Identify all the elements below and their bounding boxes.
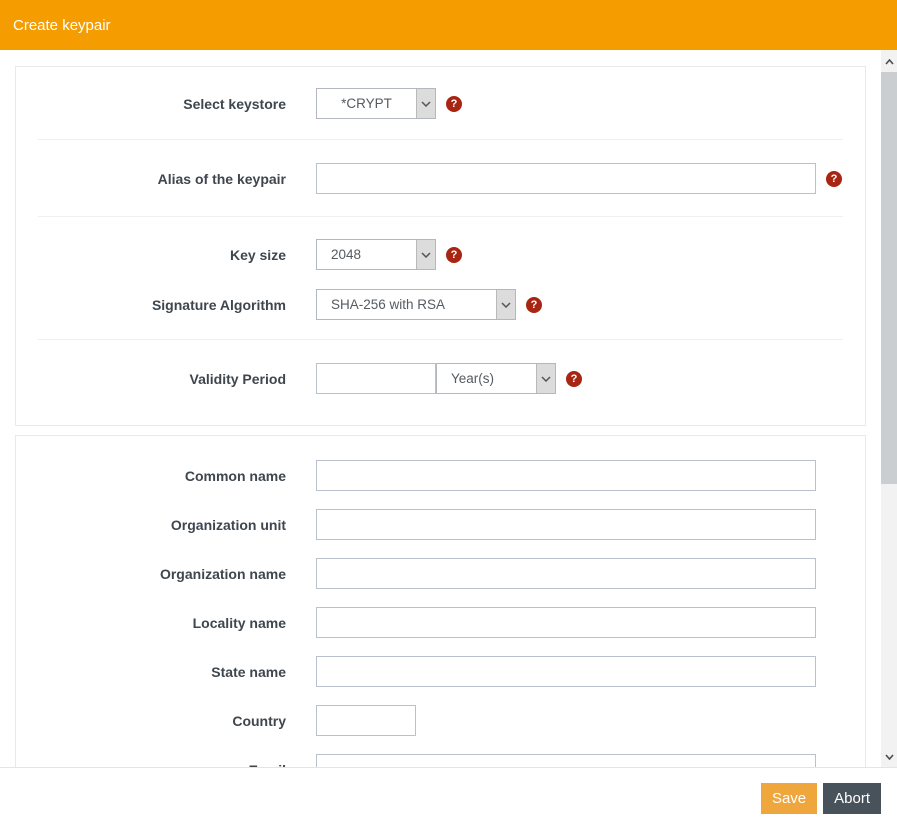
validity-period-label: Validity Period (189, 370, 286, 387)
chevron-down-icon (416, 89, 435, 118)
certificate-details-panel: Common name Organization unit Organizati… (15, 435, 866, 767)
common-name-row: Common name (16, 460, 865, 491)
validity-unit-select[interactable]: Year(s) (436, 363, 556, 394)
help-icon[interactable]: ? (566, 370, 582, 387)
signature-algorithm-row: Signature Algorithm SHA-256 with RSA ? (16, 289, 865, 320)
help-icon[interactable]: ? (526, 296, 542, 313)
key-size-label: Key size (229, 246, 286, 263)
organization-unit-label: Organization unit (170, 516, 286, 533)
signature-algorithm-select-value: SHA-256 with RSA (331, 297, 446, 312)
email-input[interactable] (316, 754, 816, 767)
abort-button[interactable]: Abort (823, 783, 881, 814)
save-button[interactable]: Save (760, 783, 818, 814)
alias-input[interactable] (316, 163, 816, 194)
chevron-down-icon (496, 290, 515, 319)
dialog-footer: Save Abort (0, 767, 897, 832)
state-name-input[interactable] (316, 656, 816, 687)
dialog-header: Create keypair (0, 0, 897, 50)
email-row: Email (16, 754, 865, 767)
dialog-body: Select keystore *CRYPT ? Alias of the ke… (0, 50, 897, 767)
scrollbar-thumb[interactable] (881, 72, 897, 484)
keystore-label: Select keystore (183, 95, 286, 112)
signature-algorithm-select[interactable]: SHA-256 with RSA (316, 289, 516, 320)
keypair-settings-panel: Select keystore *CRYPT ? Alias of the ke… (15, 66, 866, 426)
validity-period-row: Validity Period Year(s) ? (16, 363, 865, 394)
keystore-row: Select keystore *CRYPT ? (16, 88, 865, 119)
organization-name-label: Organization name (159, 565, 286, 582)
alias-label: Alias of the keypair (157, 170, 286, 187)
keystore-select-value: *CRYPT (341, 96, 392, 111)
signature-algorithm-label: Signature Algorithm (151, 296, 286, 313)
email-label: Email (16, 762, 286, 768)
country-input[interactable] (316, 705, 416, 736)
state-name-row: State name (16, 656, 865, 687)
locality-name-label: Locality name (192, 614, 286, 631)
dialog-title: Create keypair (13, 16, 111, 34)
chevron-down-icon (536, 364, 555, 393)
scroll-down-icon[interactable] (881, 748, 897, 765)
country-row: Country (16, 705, 865, 736)
locality-name-input[interactable] (316, 607, 816, 638)
organization-unit-row: Organization unit (16, 509, 865, 540)
locality-name-row: Locality name (16, 607, 865, 638)
key-size-select-value: 2048 (331, 247, 362, 262)
scrollbar[interactable] (881, 50, 897, 767)
help-icon[interactable]: ? (446, 246, 462, 263)
scroll-up-icon[interactable] (881, 53, 897, 70)
common-name-label: Common name (184, 467, 286, 484)
organization-unit-input[interactable] (316, 509, 816, 540)
help-icon[interactable]: ? (826, 170, 842, 187)
help-icon[interactable]: ? (446, 95, 462, 112)
country-label: Country (232, 712, 286, 729)
keystore-select[interactable]: *CRYPT (316, 88, 436, 119)
common-name-input[interactable] (316, 460, 816, 491)
validity-period-input[interactable] (316, 363, 436, 394)
alias-row: Alias of the keypair ? (16, 163, 865, 194)
validity-unit-select-value: Year(s) (451, 371, 495, 386)
state-name-label: State name (211, 663, 286, 680)
key-size-row: Key size 2048 ? (16, 239, 865, 270)
chevron-down-icon (416, 240, 435, 269)
key-size-select[interactable]: 2048 (316, 239, 436, 270)
organization-name-row: Organization name (16, 558, 865, 589)
organization-name-input[interactable] (316, 558, 816, 589)
